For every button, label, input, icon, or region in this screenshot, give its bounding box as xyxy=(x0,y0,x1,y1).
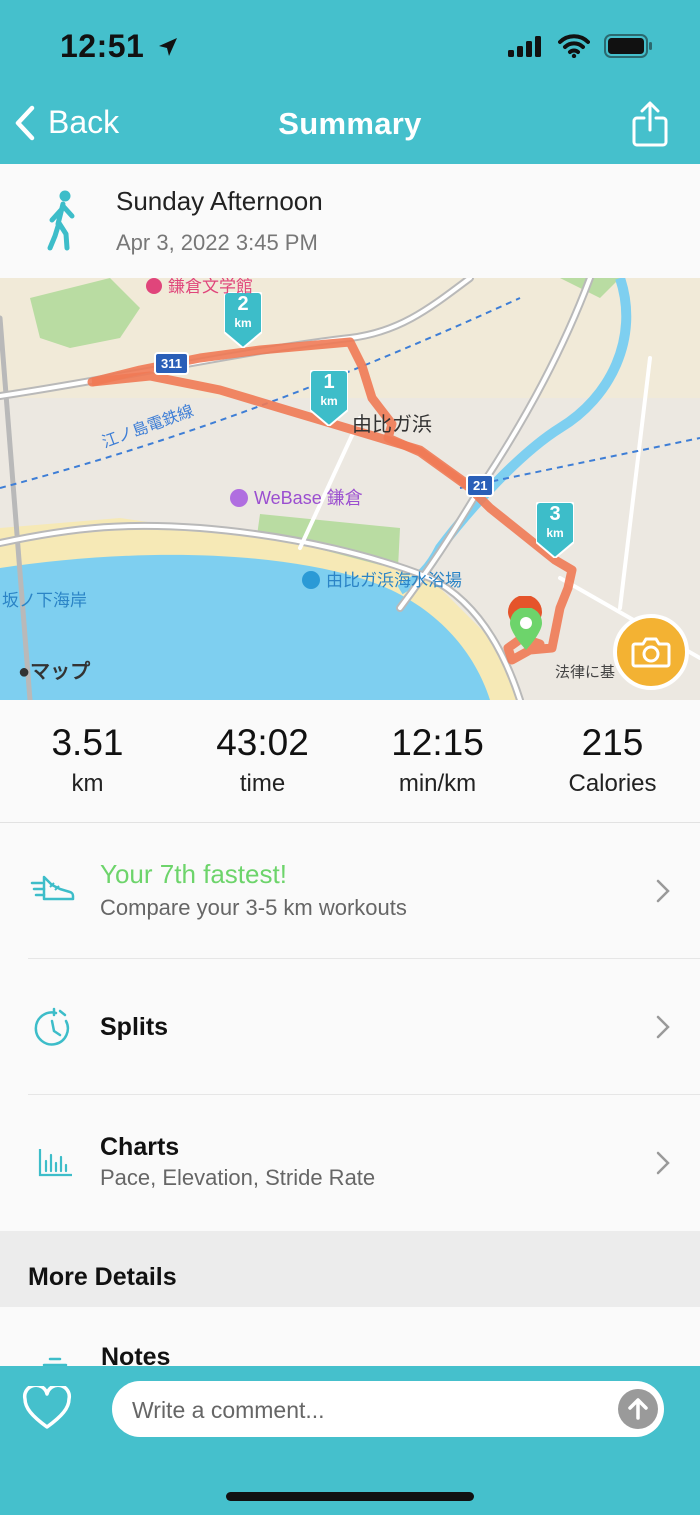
arrow-up-icon xyxy=(628,1398,648,1420)
notes-title: Notes xyxy=(101,1343,171,1367)
clock-text: 12:51 xyxy=(60,28,145,64)
stat-value: 3.51 xyxy=(51,722,124,763)
chevron-right-icon xyxy=(656,1151,670,1175)
heart-icon xyxy=(22,1383,72,1429)
walking-person-icon xyxy=(47,190,75,251)
km-marker-1: 1 km xyxy=(310,370,348,426)
wifi-icon xyxy=(558,34,590,58)
stat-unit: Calories xyxy=(568,770,657,797)
status-time: 12:51 xyxy=(60,28,180,65)
km-marker-3: 3 km xyxy=(536,502,574,558)
museum-icon xyxy=(146,278,162,294)
stat-value: 12:15 xyxy=(391,722,484,763)
hotel-icon xyxy=(230,489,248,507)
battery-icon xyxy=(604,34,652,58)
send-comment-button[interactable] xyxy=(618,1389,658,1429)
stat-unit: km xyxy=(71,770,104,797)
road-shield-21: 21 xyxy=(466,474,495,497)
navigation-bar: Back Summary xyxy=(0,92,700,164)
stopwatch-icon xyxy=(34,1007,70,1046)
comment-input[interactable] xyxy=(130,1381,614,1439)
map-attribution[interactable]: ●マップ xyxy=(18,655,90,684)
activity-title: Sunday Afternoon xyxy=(116,186,323,216)
stat-value: 215 xyxy=(581,722,644,763)
status-bar: 12:51 xyxy=(0,0,700,92)
home-indicator[interactable] xyxy=(226,1492,474,1501)
charts-subtitle: Pace, Elevation, Stride Rate xyxy=(100,1165,376,1190)
camera-icon xyxy=(631,637,671,668)
charts-row[interactable]: Charts Pace, Elevation, Stride Rate xyxy=(0,1095,700,1231)
splits-row[interactable]: Splits xyxy=(0,959,700,1095)
km-marker-2: 2 km xyxy=(224,292,262,348)
like-button[interactable] xyxy=(22,1383,72,1435)
stat-pace: 12:15 min/km xyxy=(350,700,525,822)
running-shoe-icon xyxy=(30,875,75,901)
share-button[interactable] xyxy=(632,100,668,153)
charts-title: Charts xyxy=(100,1133,180,1161)
apple-logo-icon: ● xyxy=(18,661,31,683)
chevron-right-icon xyxy=(656,1015,670,1039)
status-indicators xyxy=(508,34,654,58)
start-pin-icon xyxy=(510,608,542,650)
fastest-subtitle: Compare your 3-5 km workouts xyxy=(100,895,407,920)
beach-icon xyxy=(302,571,320,589)
stat-calories: 215 Calories xyxy=(525,700,700,822)
comment-field-container xyxy=(112,1381,664,1439)
stat-value: 43:02 xyxy=(216,722,309,763)
bar-chart-icon xyxy=(38,1149,72,1177)
stat-unit: time xyxy=(239,770,286,797)
activity-header: Sunday Afternoon Apr 3, 2022 3:45 PM xyxy=(0,164,700,278)
comment-bar xyxy=(0,1366,700,1515)
map-label-coast: 坂ノ下海岸 xyxy=(2,591,87,610)
fastest-title: Your 7th fastest! xyxy=(100,859,287,889)
page-title: Summary xyxy=(278,106,422,141)
more-details-header: More Details xyxy=(0,1231,700,1307)
stats-summary: 3.51 km 43:02 time 12:15 min/km 215 Calo… xyxy=(0,700,700,823)
chevron-right-icon xyxy=(656,879,670,903)
more-details-heading: More Details xyxy=(28,1263,177,1291)
stat-time: 43:02 time xyxy=(175,700,350,822)
map-legal-link[interactable]: 法律に基 xyxy=(555,661,615,682)
route-map[interactable]: 311 21 2 km 1 km 3 km 鎌倉文学館 由比ガ浜 江ノ島電鉄線 … xyxy=(0,278,700,700)
share-icon xyxy=(632,101,668,147)
map-label-beach: 由比ガ浜海水浴場 xyxy=(302,566,462,591)
location-arrow-icon xyxy=(158,38,177,56)
add-photo-button[interactable] xyxy=(613,614,689,690)
map-label-station: 由比ガ浜 xyxy=(352,414,432,436)
splits-title: Splits xyxy=(100,1013,169,1041)
notes-row[interactable]: Notes xyxy=(0,1307,700,1367)
stat-distance: 3.51 km xyxy=(0,700,175,822)
activity-date: Apr 3, 2022 3:45 PM xyxy=(116,230,318,255)
map-label-hotel: WeBase 鎌倉 xyxy=(230,484,363,510)
stat-unit: min/km xyxy=(398,770,477,797)
map-label-museum: 鎌倉文学館 xyxy=(146,278,253,297)
cellular-signal-icon xyxy=(508,36,541,57)
road-shield-311: 311 xyxy=(154,352,189,375)
fastest-comparison-row[interactable]: Your 7th fastest! Compare your 3-5 km wo… xyxy=(0,823,700,959)
